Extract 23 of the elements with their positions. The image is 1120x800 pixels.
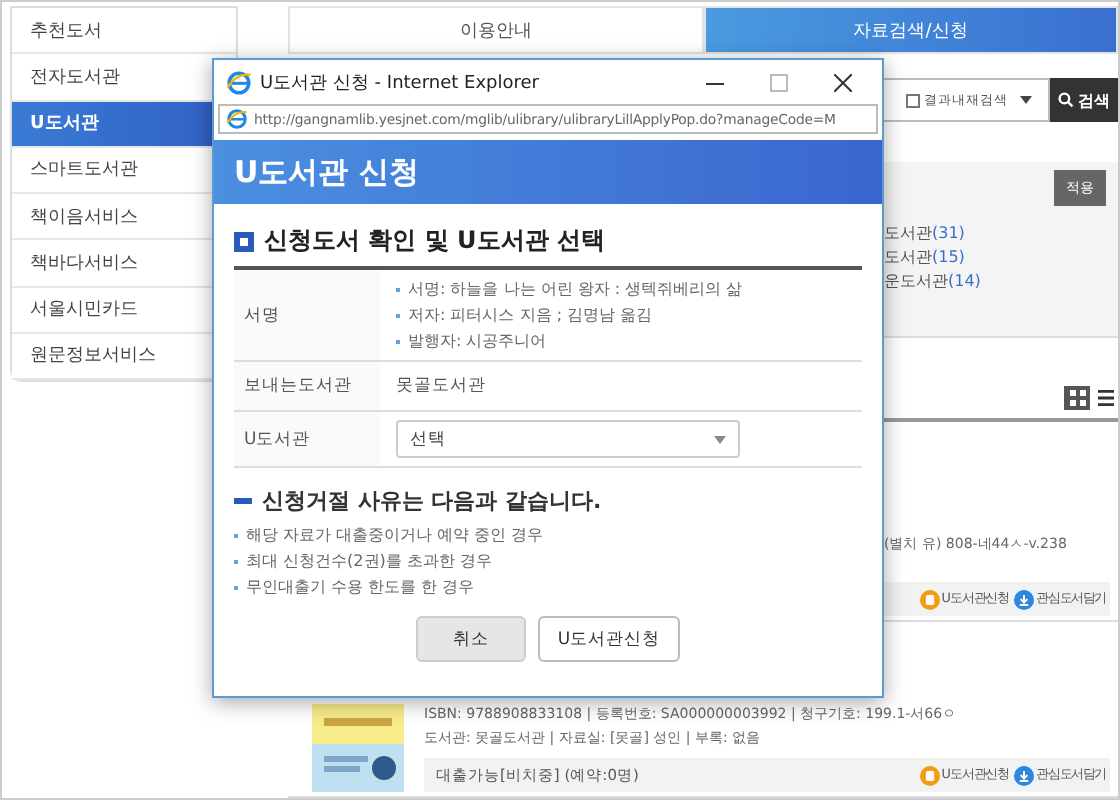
library-select[interactable]: 선택: [396, 420, 740, 458]
filter-option[interactable]: 운도서관(14): [884, 270, 1106, 294]
cancel-button[interactable]: 취소: [415, 616, 526, 662]
apply-button[interactable]: U도서관신청: [537, 616, 681, 662]
row-label: U도서관: [234, 412, 380, 466]
notice-title: 신청거절 사유는 다음과 같습니다.: [262, 486, 602, 516]
search-button[interactable]: 검색: [1050, 78, 1118, 122]
tab[interactable]: 자료검색/신청: [703, 6, 1118, 54]
row-label: 서명: [234, 270, 380, 360]
book-info: 발행자: 시공주니어: [408, 330, 547, 352]
popup-header: U도서관 신청: [214, 140, 882, 204]
tab[interactable]: 이용안내: [288, 6, 703, 54]
row-label: 보내는도서관: [234, 362, 380, 410]
filter-option[interactable]: 도서관(31): [884, 222, 1106, 246]
book-info: 저자: 피터시스 지음 ; 김명남 옮김: [408, 304, 653, 326]
row-value: 못골도서관: [396, 374, 488, 398]
notice-item: 무인대출기 수용 한도를 한 경우: [246, 576, 475, 598]
section-title: 신청도서 확인 및 U도서관 선택: [264, 224, 605, 258]
filter-option[interactable]: 도서관(15): [884, 246, 1106, 270]
window-title: U도서관 신청 - Internet Explorer: [260, 71, 541, 95]
notice-item: 최대 신청건수(2권)를 초과한 경우: [246, 550, 492, 572]
notice-item: 해당 자료가 대출중이거나 예약 중인 경우: [246, 524, 544, 546]
book-info: 서명: 하늘을 나는 어린 왕자 : 생텍쥐베리의 삶: [408, 278, 743, 300]
